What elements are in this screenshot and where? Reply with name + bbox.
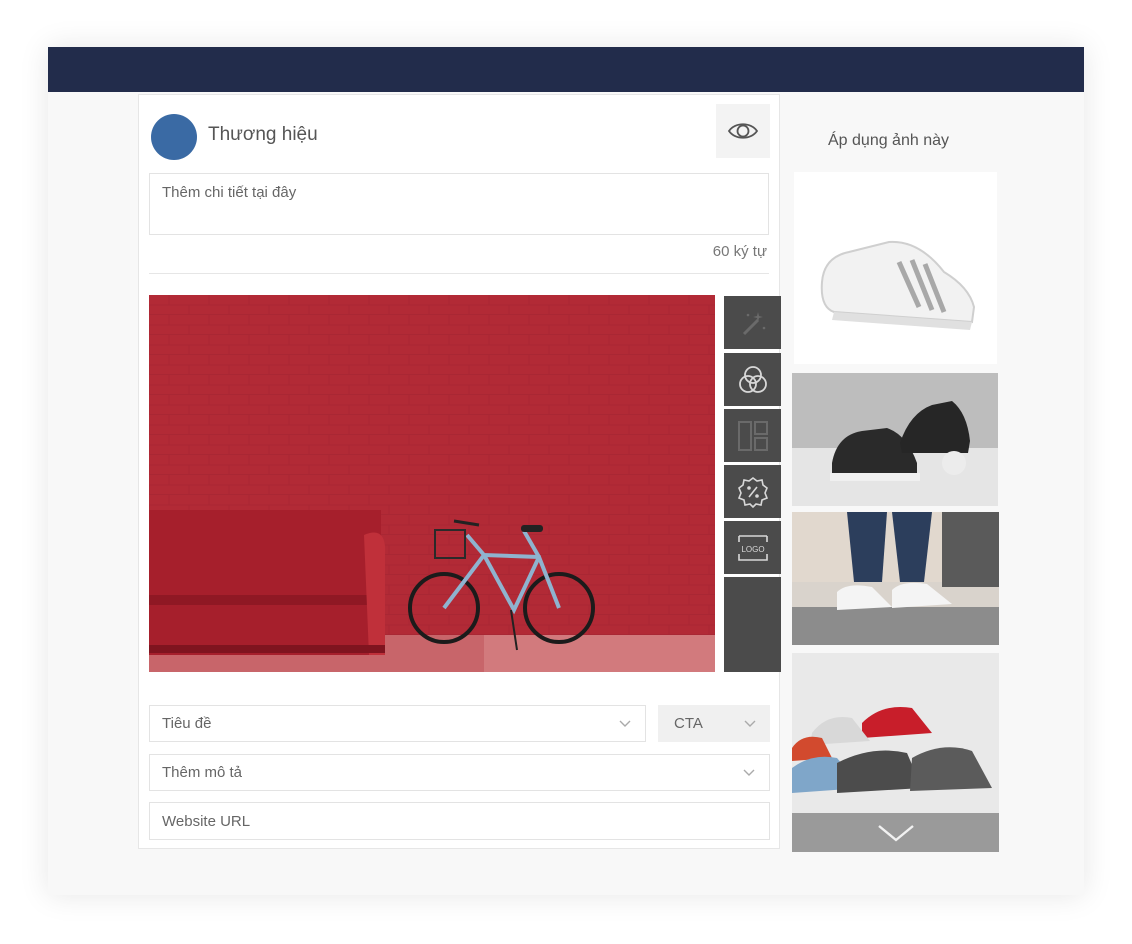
eye-icon (727, 123, 759, 139)
details-placeholder: Thêm chi tiết tại đây (162, 184, 297, 201)
top-navigation-bar (48, 47, 1084, 92)
description-select[interactable]: Thêm mô tả (149, 754, 770, 791)
ad-image[interactable] (149, 295, 715, 672)
logo-icon: LOGO (737, 534, 768, 561)
editing-toolbar: LOGO (724, 296, 781, 672)
toolbar-empty-slot (724, 577, 781, 672)
cta-label: CTA (674, 715, 703, 732)
magic-wand-icon (742, 311, 765, 335)
walking-sneakers-photo (792, 512, 999, 645)
color-filter-icon (738, 365, 767, 393)
layout-button[interactable] (724, 409, 781, 462)
gallery-image-walking-sneakers[interactable] (792, 512, 999, 645)
chevron-down-icon (744, 720, 756, 727)
gallery-image-black-sneakers[interactable] (792, 373, 998, 506)
layout-icon (737, 420, 768, 451)
discount-badge-button[interactable] (724, 465, 781, 518)
website-url-input[interactable]: Website URL (149, 802, 770, 840)
logo-icon-label: LOGO (741, 545, 764, 554)
title-placeholder: Tiêu đề (162, 715, 212, 732)
brand-avatar (151, 114, 197, 160)
gallery-image-sneaker-collection[interactable] (792, 653, 999, 813)
cta-select[interactable]: CTA (658, 705, 770, 742)
app-window: Thương hiệu Thêm chi tiết tại đây 60 ký … (48, 47, 1084, 895)
red-wall-bicycle-photo (149, 295, 715, 672)
show-more-button[interactable] (792, 813, 999, 852)
magic-wand-button[interactable] (724, 296, 781, 349)
color-filter-button[interactable] (724, 353, 781, 406)
ad-editor-card: Thương hiệu Thêm chi tiết tại đây 60 ký … (138, 94, 781, 849)
chevron-down-icon (619, 720, 631, 727)
apply-image-heading: Áp dụng ảnh này (828, 132, 949, 149)
character-counter: 60 ký tự (712, 243, 767, 260)
gallery-image-white-sneaker[interactable] (794, 172, 997, 364)
details-input[interactable]: Thêm chi tiết tại đây (149, 173, 769, 235)
preview-button[interactable] (716, 104, 770, 158)
chevron-down-icon (877, 824, 914, 842)
title-select[interactable]: Tiêu đề (149, 705, 646, 742)
divider (149, 273, 769, 274)
brand-name: Thương hiệu (208, 124, 318, 145)
url-placeholder: Website URL (162, 812, 251, 830)
description-placeholder: Thêm mô tả (162, 764, 243, 781)
logo-button[interactable]: LOGO (724, 521, 781, 574)
black-sneakers-photo (792, 373, 998, 506)
sneaker-collection-photo (792, 653, 999, 813)
white-sneaker-photo (820, 240, 976, 330)
discount-badge-icon (737, 476, 768, 508)
chevron-down-icon (743, 769, 755, 776)
